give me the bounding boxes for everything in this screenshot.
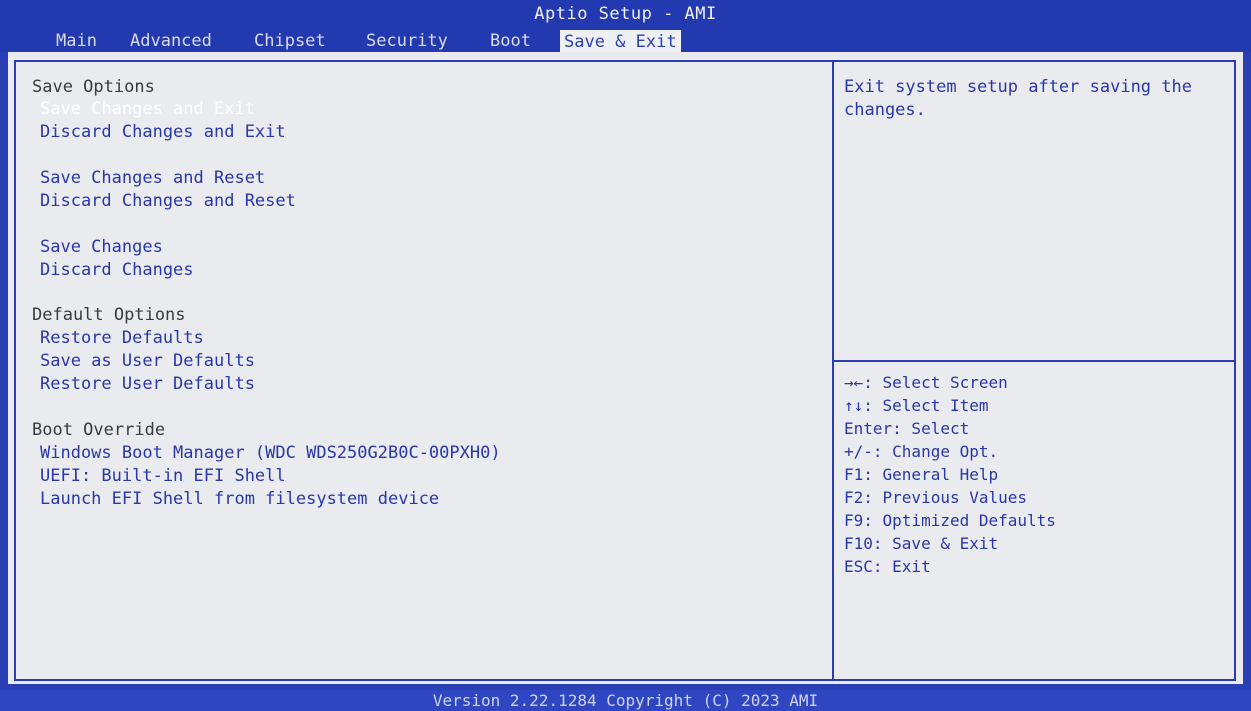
tab-main[interactable]: Main [52,30,101,52]
key-general-help: F1: General Help [844,465,999,484]
key-change-opt: +/-: Change Opt. [844,442,999,461]
key-enter-select: Enter: Select [844,419,970,438]
key-select-screen: →←: Select Screen [844,373,1008,392]
menu-item-save-as-user-defaults[interactable]: Save as User Defaults [40,350,255,372]
tab-boot[interactable]: Boot [486,30,535,52]
menu-item-restore-defaults[interactable]: Restore Defaults [40,327,204,349]
tab-save-and-exit[interactable]: Save & Exit [560,30,681,54]
tab-advanced[interactable]: Advanced [126,30,216,52]
header-bar: Aptio Setup - AMI Main Advanced Chipset … [0,0,1251,54]
app-title: Aptio Setup - AMI [534,4,717,24]
menu-item-restore-user-defaults[interactable]: Restore User Defaults [40,373,255,395]
key-optimized-defaults: F9: Optimized Defaults [844,511,1056,530]
section-default-options: Default Options [32,305,186,325]
tab-security[interactable]: Security [362,30,452,52]
key-esc-exit: ESC: Exit [844,557,931,576]
section-boot-override: Boot Override [32,420,166,440]
key-select-item: ↑↓: Select Item [844,396,989,415]
menu-item-launch-efi-shell[interactable]: Launch EFI Shell from filesystem device [40,488,439,510]
tab-chipset[interactable]: Chipset [250,30,330,52]
help-description: Exit system setup after saving the chang… [844,77,1192,120]
vertical-divider [832,60,834,681]
menu-item-discard-changes-and-exit[interactable]: Discard Changes and Exit [40,121,286,143]
menu-item-uefi-builtin-efi-shell[interactable]: UEFI: Built-in EFI Shell [40,465,286,487]
key-save-and-exit: F10: Save & Exit [844,534,999,553]
tab-bar: Main Advanced Chipset Security Boot Save… [0,30,1251,54]
menu-item-discard-changes-and-reset[interactable]: Discard Changes and Reset [40,190,296,212]
menu-item-save-changes-and-exit[interactable]: Save Changes and Exit [40,98,255,120]
horizontal-divider [834,360,1236,362]
menu-item-save-changes[interactable]: Save Changes [40,236,163,258]
section-save-options: Save Options [32,77,155,97]
main-panel: Save Options Save Changes and Exit Disca… [8,52,1243,684]
footer-version: Version 2.22.1284 Copyright (C) 2023 AMI [0,690,1251,711]
key-previous-values: F2: Previous Values [844,488,1028,507]
menu-item-windows-boot-manager[interactable]: Windows Boot Manager (WDC WDS250G2B0C-00… [40,442,501,464]
menu-item-discard-changes[interactable]: Discard Changes [40,259,194,281]
menu-item-save-changes-and-reset[interactable]: Save Changes and Reset [40,167,265,189]
